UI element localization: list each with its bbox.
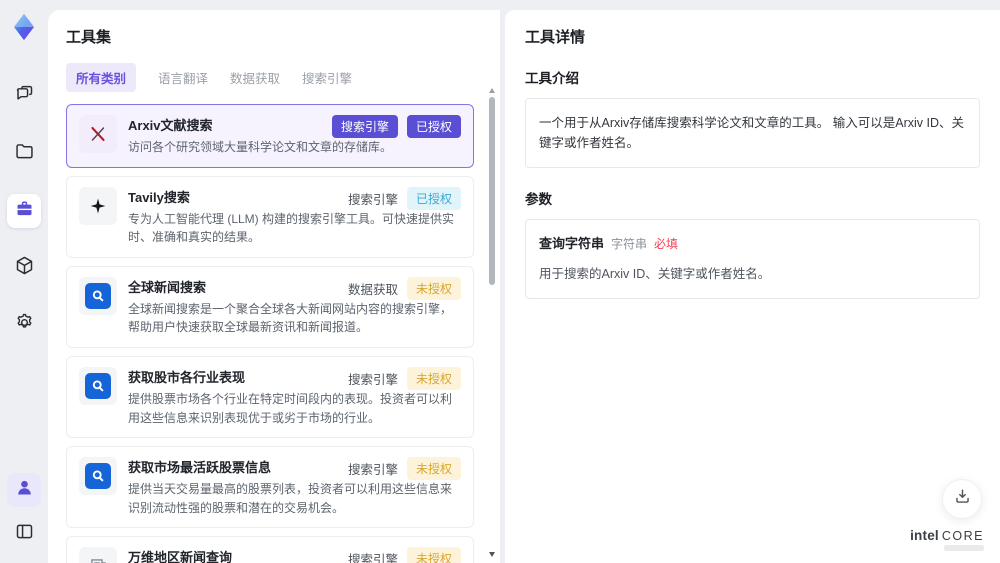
sidebar-item-panel-toggle[interactable]: [7, 517, 41, 551]
param-desc: 用于搜索的Arxiv ID、关键字或作者姓名。: [539, 266, 771, 281]
briefcase-icon: [14, 198, 35, 224]
param-name: 查询字符串: [539, 236, 605, 251]
search-blue-icon: [79, 276, 117, 315]
download-icon: [953, 487, 972, 511]
tab-all-categories[interactable]: 所有类别: [66, 63, 137, 92]
newspaper-icon: [79, 547, 117, 563]
sidebar-item-packages[interactable]: [7, 251, 41, 285]
tab-data-fetch[interactable]: 数据获取: [230, 63, 280, 92]
tool-card-global-news[interactable]: 全球新闻搜索 全球新闻搜索是一个聚合全球各大新闻网站内容的搜索引擎，帮助用户快速…: [66, 265, 474, 348]
folder-icon: [14, 141, 35, 167]
tool-category-label: 搜索引擎: [347, 553, 398, 563]
tool-status-badge: 未授权: [406, 276, 461, 300]
tool-card-regional-news[interactable]: 万维地区新闻查询 查询具体行政区划内的新闻，快速了解各地新闻动 搜索引擎 未授权: [66, 536, 474, 563]
main-area: 工具集 所有类别 语言翻译 数据获取 搜索引擎 Arxiv文献搜索 访问各个研究…: [48, 10, 1000, 563]
download-button[interactable]: [942, 479, 982, 519]
search-blue-icon: [79, 457, 117, 496]
param-box: 查询字符串 字符串 必填 用于搜索的Arxiv ID、关键字或作者姓名。: [525, 219, 980, 299]
tool-status-badge: 已授权: [406, 115, 461, 138]
tool-category-label: 搜索引擎: [347, 192, 398, 207]
tool-status-badge: 已授权: [406, 186, 461, 210]
left-rail: [0, 0, 48, 563]
tab-search-engine[interactable]: 搜索引擎: [302, 63, 352, 92]
brand-subtext-bar: [944, 545, 984, 551]
scrollbar-thumb[interactable]: [489, 97, 495, 285]
user-icon: [14, 477, 35, 503]
sidebar-item-chat[interactable]: [7, 80, 41, 114]
sidebar-item-settings[interactable]: [7, 308, 41, 342]
cube-icon: [14, 255, 35, 281]
tool-card-arxiv[interactable]: Arxiv文献搜索 访问各个研究领域大量科学论文和文章的存储库。 搜索引擎 已授…: [66, 104, 474, 168]
tool-category-label: 数据获取: [347, 282, 398, 297]
star-icon: [79, 186, 117, 225]
tool-status-badge: 未授权: [406, 457, 461, 481]
tool-card-sector-performance[interactable]: 获取股市各行业表现 提供股票市场各个行业在特定时间段内的表现。投资者可以利用这些…: [66, 355, 474, 439]
tool-desc: 提供股票市场各个行业在特定时间段内的表现。投资者可以利用这些信息来识别表现优于或…: [128, 391, 453, 425]
tool-list-panel: 工具集 所有类别 语言翻译 数据获取 搜索引擎 Arxiv文献搜索 访问各个研究…: [48, 10, 500, 563]
layout-panel-icon: [14, 521, 35, 547]
tool-card-tavily[interactable]: Tavily搜索 专为人工智能代理 (LLM) 构建的搜索引擎工具。可快速提供实…: [66, 175, 474, 258]
scroll-down-icon[interactable]: [489, 552, 495, 557]
sidebar-item-profile[interactable]: [7, 473, 41, 507]
intro-heading: 工具介绍: [525, 71, 579, 86]
intro-text: 一个用于从Arxiv存储库搜索科学论文和文章的工具。 输入可以是Arxiv ID…: [539, 116, 965, 150]
param-type: 字符串: [611, 236, 648, 251]
tool-category-label: 搜索引擎: [347, 463, 398, 478]
tab-language-translation[interactable]: 语言翻译: [158, 63, 208, 92]
sidebar-item-tools[interactable]: [7, 194, 41, 228]
tool-card-most-active-stocks[interactable]: 获取市场最活跃股票信息 提供当天交易量最高的股票列表，投资者可以利用这些信息来识…: [66, 446, 474, 529]
param-required-badge: 必填: [654, 236, 679, 251]
tool-status-badge: 未授权: [406, 366, 461, 390]
tool-category-label: 搜索引擎: [347, 372, 398, 387]
tool-desc: 全球新闻搜索是一个聚合全球各大新闻网站内容的搜索引擎，帮助用户快速获取全球最新资…: [128, 301, 453, 335]
scroll-up-icon[interactable]: [489, 88, 495, 93]
gear-icon: [14, 312, 35, 338]
arxiv-icon: [79, 115, 117, 153]
detail-title: 工具详情: [525, 29, 586, 46]
tool-desc: 访问各个研究领域大量科学论文和文章的存储库。: [128, 140, 393, 154]
app-logo[interactable]: [7, 10, 41, 44]
intel-core-logo: intel core: [910, 528, 984, 551]
tool-category-badge: 搜索引擎: [331, 115, 398, 138]
page-title: 工具集: [66, 29, 112, 46]
tool-card-list: Arxiv文献搜索 访问各个研究领域大量科学论文和文章的存储库。 搜索引擎 已授…: [66, 104, 488, 563]
intro-box: 一个用于从Arxiv存储库搜索科学论文和文章的工具。 输入可以是Arxiv ID…: [525, 98, 980, 168]
brand-intel-text: intel: [910, 528, 939, 543]
params-heading: 参数: [525, 192, 552, 207]
tool-desc: 专为人工智能代理 (LLM) 构建的搜索引擎工具。可快速提供实时、准确和真实的结…: [128, 211, 455, 245]
search-blue-icon: [79, 366, 117, 405]
tool-detail-panel: 工具详情 工具介绍 一个用于从Arxiv存储库搜索科学论文和文章的工具。 输入可…: [505, 10, 1000, 563]
sidebar-item-files[interactable]: [7, 137, 41, 171]
list-scrollbar[interactable]: [487, 88, 497, 557]
tool-desc: 提供当天交易量最高的股票列表，投资者可以利用这些信息来识别流动性强的股票和潜在的…: [128, 482, 453, 515]
brand-core-text: core: [941, 529, 984, 543]
tool-status-badge: 未授权: [406, 547, 461, 563]
chat-bubbles-icon: [14, 84, 35, 110]
category-tabs: 所有类别 语言翻译 数据获取 搜索引擎: [66, 63, 488, 92]
